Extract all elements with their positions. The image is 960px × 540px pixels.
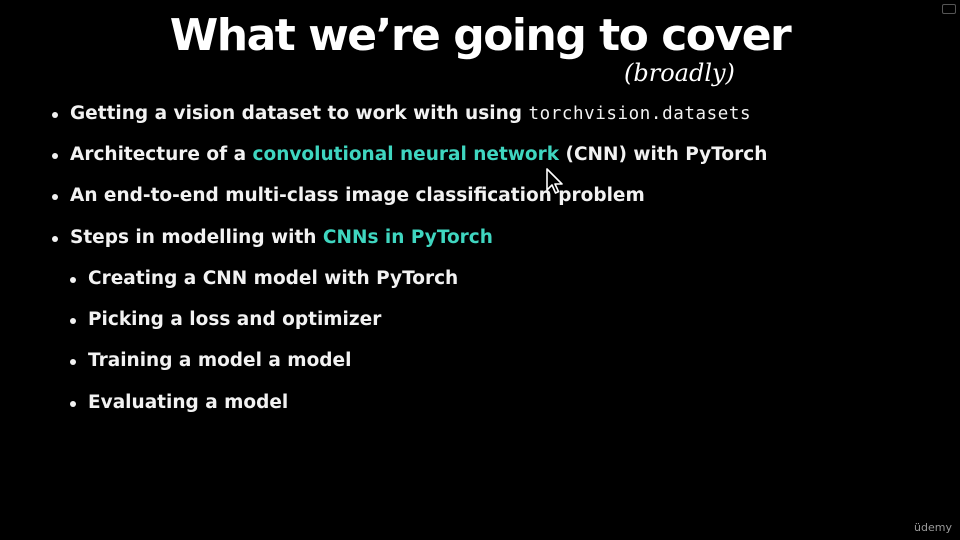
bullet-dot [52, 153, 58, 159]
bullet-highlight: CNNs in PyTorch [322, 227, 493, 248]
sub-bullet-text: Evaluating a model [88, 392, 289, 413]
bullet-dot [52, 194, 58, 200]
bullet-code: torchvision.datasets [528, 104, 752, 124]
bullet-text: Architecture of a [70, 144, 253, 165]
sub-bullet-item: Evaluating a model [70, 391, 289, 415]
sub-bullet-item: Training a model a model [70, 349, 352, 373]
bullet-text: Getting a vision dataset to work with us… [70, 103, 529, 124]
bullet-dot [52, 112, 58, 118]
slide: What we’re going to cover (broadly) Gett… [0, 0, 960, 540]
bullet-text: (CNN) with PyTorch [559, 144, 768, 165]
bullet-dot [70, 359, 76, 365]
bullet-dot [70, 318, 76, 324]
slide-title: What we’re going to cover [169, 10, 792, 61]
slide-subtitle: (broadly) [624, 59, 735, 87]
bullet-item: Architecture of a convolutional neural n… [52, 143, 768, 167]
mouse-pointer-icon [546, 168, 563, 194]
bullet-dot [52, 236, 58, 242]
sub-bullet-item: Creating a CNN model with PyTorch [70, 267, 459, 291]
bullet-item: Steps in modelling with CNNs in PyTorch [52, 226, 493, 250]
window-control-icon[interactable] [942, 4, 956, 14]
sub-bullet-text: Picking a loss and optimizer [88, 309, 382, 330]
bullet-dot [70, 277, 76, 283]
bullet-item: Getting a vision dataset to work with us… [52, 102, 752, 126]
udemy-watermark: üdemy [914, 521, 952, 534]
sub-bullet-item: Picking a loss and optimizer [70, 308, 382, 332]
sub-bullet-text: Creating a CNN model with PyTorch [88, 268, 459, 289]
bullet-dot [70, 401, 76, 407]
bullet-highlight: convolutional neural network [252, 144, 560, 165]
bullet-text: Steps in modelling with [70, 227, 323, 248]
sub-bullet-text: Training a model a model [88, 350, 352, 371]
